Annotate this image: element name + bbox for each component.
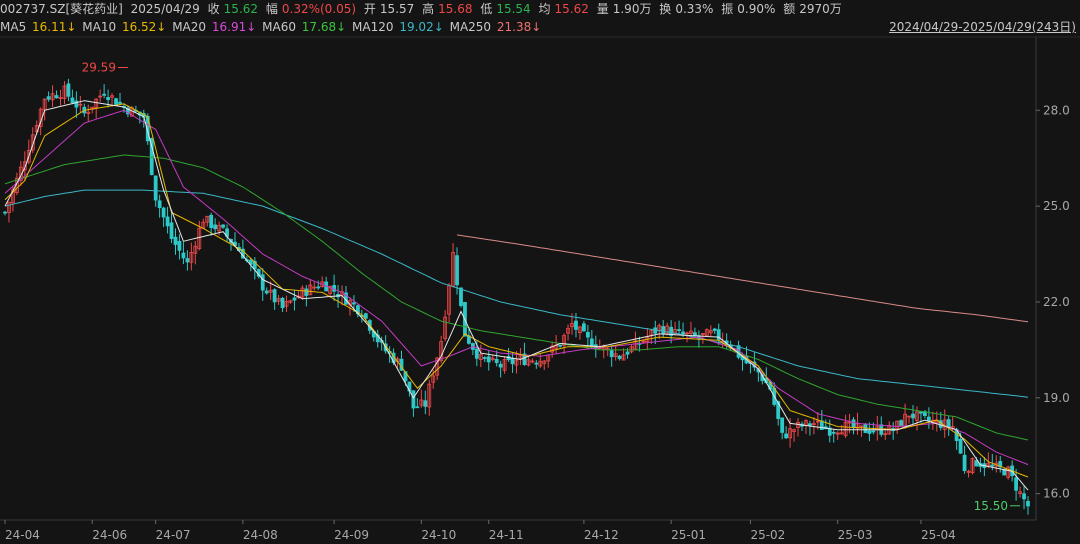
candle-body — [498, 363, 503, 368]
candle-body — [1026, 500, 1030, 507]
candle-body — [867, 430, 872, 434]
y-tick-label: 28.0 — [1043, 103, 1070, 117]
x-tick-label: 24-08 — [243, 528, 278, 542]
candle-body — [474, 348, 479, 359]
candle-body — [264, 290, 269, 294]
y-tick-label: 25.0 — [1043, 199, 1070, 213]
ma250-line — [456, 234, 1029, 323]
candle-body — [585, 331, 590, 338]
x-tick-label: 24-07 — [156, 528, 191, 542]
candle-body — [693, 332, 697, 336]
candle-body — [169, 222, 174, 239]
candle-body — [260, 274, 265, 291]
candle-body — [677, 329, 681, 331]
candle-body — [871, 430, 876, 433]
x-tick-label: 25-03 — [838, 528, 873, 542]
candle-body — [494, 358, 499, 364]
candle-body — [681, 331, 685, 335]
candle-body — [221, 224, 225, 228]
candle-body — [213, 224, 218, 230]
x-tick-label: 24-11 — [489, 528, 524, 542]
candle-body — [46, 96, 51, 100]
candle-body — [712, 328, 717, 331]
candle-body — [851, 419, 856, 429]
candle-body — [415, 406, 420, 409]
candle-body — [181, 252, 186, 259]
x-tick-label: 25-04 — [921, 528, 956, 542]
candle-body — [352, 302, 356, 305]
candle-body — [165, 216, 170, 227]
x-tick-label: 25-02 — [750, 528, 785, 542]
x-tick-label: 24-09 — [334, 528, 369, 542]
candle-body — [173, 236, 178, 245]
candle-body — [272, 289, 277, 303]
ma10-line — [4, 103, 1029, 478]
candle-body — [54, 95, 59, 99]
candle-body — [831, 431, 836, 434]
candle-body — [102, 93, 107, 96]
candle-body — [106, 97, 110, 101]
ma20-line — [4, 109, 1029, 466]
candle-body — [209, 214, 214, 228]
candle-body — [316, 286, 321, 289]
ma60-line — [4, 154, 1029, 441]
candle-body — [70, 97, 75, 104]
candle-body — [819, 420, 824, 430]
candle-body — [510, 357, 515, 365]
candle-body — [66, 83, 71, 97]
candle-body — [617, 355, 622, 359]
candle-body — [423, 400, 428, 407]
candle-body — [609, 349, 614, 358]
candle-body — [3, 211, 7, 214]
candle-body — [185, 258, 190, 263]
candle-body — [459, 287, 463, 306]
candle-body — [177, 240, 182, 251]
candle-body — [118, 101, 122, 104]
candle-body — [946, 419, 951, 427]
candle-body — [784, 433, 789, 439]
candle-body — [780, 417, 785, 433]
candle-body — [1022, 493, 1026, 500]
candle-body — [534, 362, 539, 365]
max-price-label: 29.59 — [82, 60, 116, 74]
y-tick-label: 22.0 — [1043, 295, 1070, 309]
candle-body — [161, 207, 166, 218]
candle-body — [574, 320, 578, 330]
candle-body — [363, 313, 368, 319]
candle-body — [153, 175, 158, 201]
candle-body — [114, 98, 118, 105]
candle-body — [280, 297, 285, 309]
candle-body — [292, 297, 297, 301]
candle-body — [486, 356, 491, 363]
x-tick-label: 24-04 — [5, 528, 40, 542]
candle-body — [911, 413, 915, 419]
x-tick-label: 25-01 — [671, 528, 706, 542]
x-tick-label: 24-10 — [421, 528, 456, 542]
candle-body — [926, 416, 931, 422]
candle-body — [1014, 477, 1019, 491]
y-tick-label: 19.0 — [1043, 391, 1070, 405]
candle-body — [482, 357, 487, 359]
candle-body — [411, 390, 416, 409]
candle-body — [558, 344, 563, 347]
candlestick-chart[interactable]: 28.0 25.0 22.0 19.0 16.0 24-04 24-06 24-07 24-0… — [0, 0, 1080, 544]
candle-body — [990, 464, 995, 467]
candle-body — [455, 255, 459, 286]
candle-body — [625, 351, 630, 355]
y-tick-label: 16.0 — [1043, 487, 1070, 501]
candle-body — [661, 326, 666, 335]
candle-body — [899, 420, 904, 427]
min-price-label: 15.50 — [974, 499, 1008, 513]
candle-body — [304, 288, 309, 296]
candle-body — [962, 454, 967, 472]
candle-body — [582, 323, 586, 332]
candle-body — [919, 411, 923, 414]
candle-body — [157, 200, 162, 208]
x-tick-label: 24-06 — [92, 528, 127, 542]
candle-body — [958, 438, 963, 454]
x-tick-label: 24-12 — [584, 528, 619, 542]
